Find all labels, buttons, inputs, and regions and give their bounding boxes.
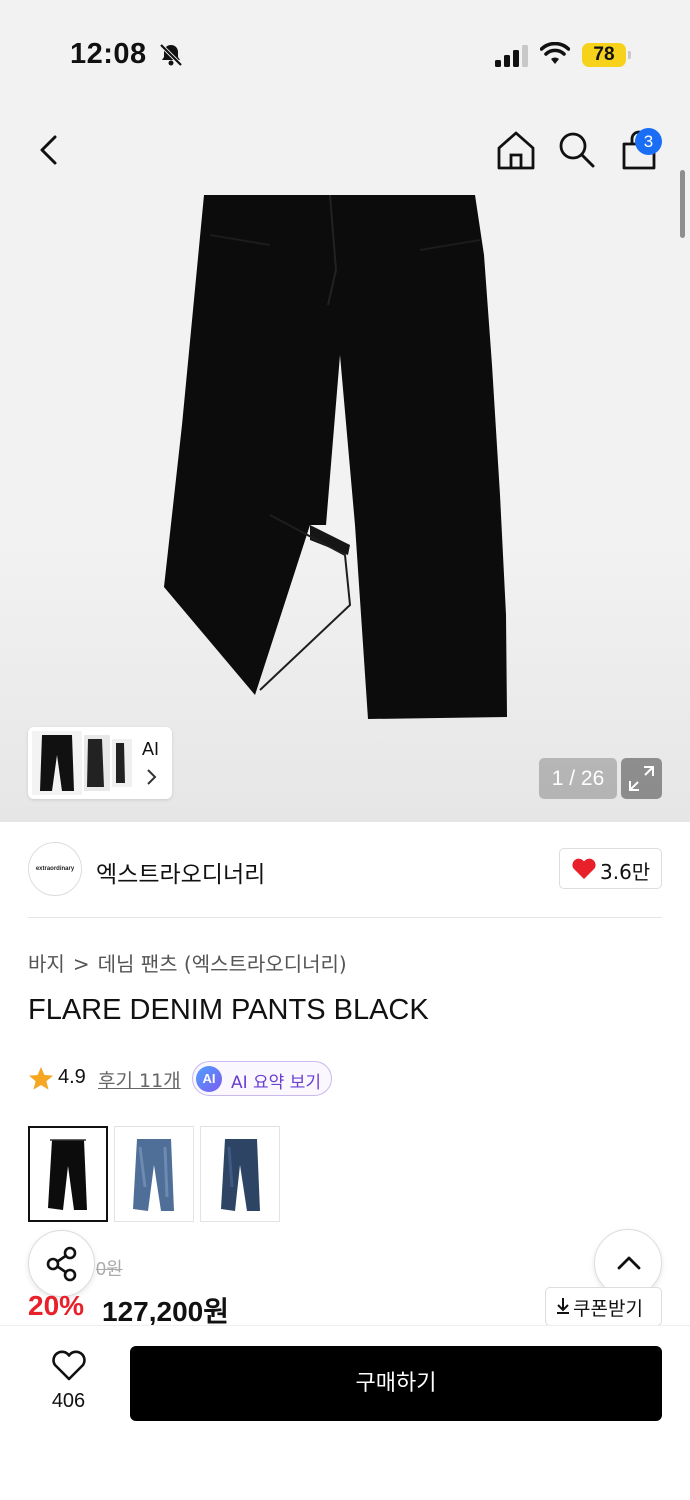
color-option-dark-blue[interactable] [200, 1126, 280, 1222]
back-icon[interactable] [28, 128, 72, 172]
brand-name[interactable]: 엑스트라오디너리 [96, 855, 265, 889]
color-thumb-mid-blue [133, 1139, 174, 1211]
product-title: FLARE DENIM PANTS BLACK [28, 994, 429, 1026]
cart-count-badge: 3 [635, 128, 662, 155]
wifi-icon [540, 42, 570, 64]
breadcrumb: 바지 > 데님 팬츠 (엑스트라오디너리) [28, 948, 347, 977]
share-button[interactable] [28, 1230, 95, 1297]
breadcrumb-subcategory[interactable]: 데님 팬츠 (엑스트라오디너리) [98, 952, 347, 976]
brand-like-count: 3.6만 [600, 860, 651, 884]
status-time: 12:08 [70, 38, 147, 70]
heart-filled-icon [572, 858, 596, 879]
ai-summary-label: AI 요약 보기 [231, 1073, 322, 1093]
search-icon[interactable] [555, 128, 599, 172]
share-icon [46, 1246, 77, 1282]
coupon-label: 쿠폰받기 [573, 1298, 643, 1320]
wish-count: 406 [51, 1390, 86, 1412]
expand-icon[interactable] [621, 758, 662, 799]
download-icon [557, 1298, 569, 1314]
home-icon[interactable] [494, 128, 538, 172]
breadcrumb-separator: > [72, 952, 90, 976]
bell-off-icon [159, 43, 183, 67]
battery-tip [628, 51, 631, 59]
star-icon [29, 1067, 53, 1090]
battery-indicator: 78 [582, 43, 626, 67]
color-thumb-black [48, 1139, 87, 1210]
divider [28, 917, 662, 918]
rating-score: 4.9 [58, 1066, 86, 1088]
breadcrumb-category[interactable]: 바지 [28, 952, 65, 976]
scrollbar-thumb[interactable] [680, 170, 685, 238]
sale-price: 127,200원 [102, 1296, 229, 1327]
brand-logo[interactable]: extraordinary [28, 842, 82, 896]
discount-rate: 20% [28, 1290, 85, 1321]
color-option-mid-blue[interactable] [114, 1126, 194, 1222]
original-price: 0원 [96, 1259, 123, 1279]
buy-button[interactable]: 구매하기 [130, 1346, 662, 1421]
reviews-link[interactable]: 후기 11개 [98, 1066, 181, 1093]
image-page-indicator: 1 / 26 [539, 758, 617, 799]
product-image[interactable] [150, 195, 520, 725]
ai-badge-icon: AI [196, 1066, 222, 1092]
color-option-black[interactable] [28, 1126, 108, 1222]
color-thumb-dark-blue [221, 1139, 260, 1211]
thumbnail-strip-ai-label: AI [142, 739, 160, 759]
thumbnail-preview[interactable] [32, 731, 132, 795]
heart-outline-icon[interactable] [51, 1350, 87, 1382]
signal-icon [495, 45, 528, 67]
chevron-right-icon [147, 769, 157, 785]
